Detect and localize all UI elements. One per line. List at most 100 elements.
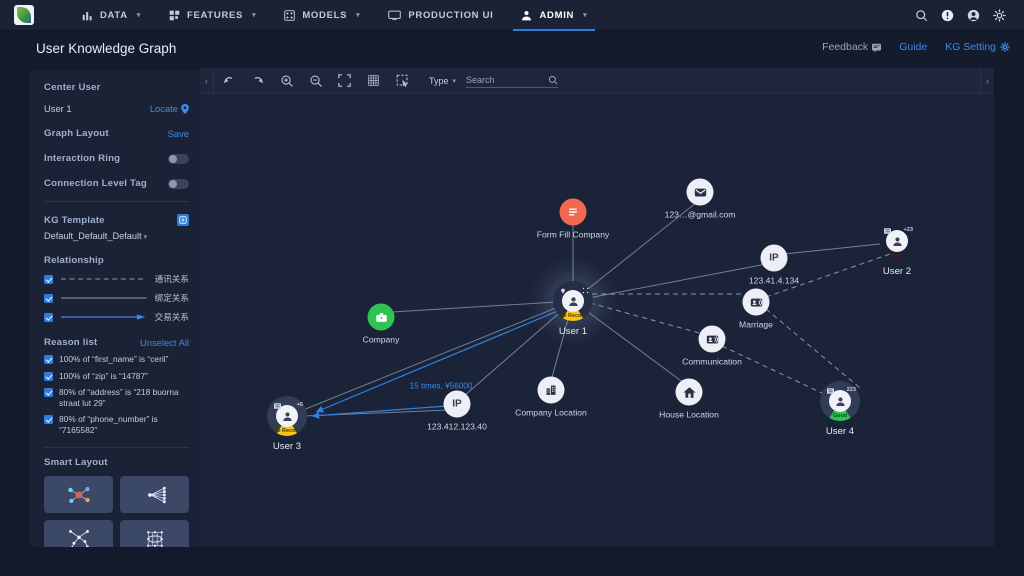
collapse-left-icon[interactable]: ‹	[200, 68, 214, 94]
graph-node-user-2[interactable]: +23 Bad User 2	[877, 221, 917, 277]
ip-text: IP	[452, 398, 462, 410]
graph-edges	[302, 201, 891, 420]
fit-screen-icon[interactable]	[330, 68, 359, 94]
grid-layout-icon[interactable]	[120, 520, 189, 547]
ip-badge: IP	[443, 390, 471, 418]
graph-node-company[interactable]: Company	[363, 303, 399, 345]
relationship-checkbox[interactable]	[44, 312, 53, 322]
graph-search-input[interactable]: Search	[466, 74, 559, 88]
locate-button[interactable]: Locate	[150, 103, 189, 114]
lightbulb-badge-icon	[560, 288, 566, 294]
unselect-all-button[interactable]: Unselect All	[140, 337, 189, 348]
interaction-ring-toggle[interactable]	[168, 153, 189, 164]
graph-node-user-3[interactable]: +6 No Record User 3	[267, 396, 307, 452]
guide-button[interactable]: Guide	[899, 41, 927, 53]
collapse-right-icon[interactable]: ›	[980, 68, 994, 94]
graph-node-ip-2[interactable]: IP 123.412.123.40	[427, 390, 487, 432]
list-badge-icon	[274, 403, 281, 409]
grid-icon[interactable]	[359, 68, 388, 94]
relationship-checkbox[interactable]	[44, 293, 53, 303]
graph-node-ip-1[interactable]: IP 123.41.4.134	[749, 244, 799, 286]
nav-label-data: DATA	[100, 9, 128, 21]
save-layout-button[interactable]: Save	[168, 128, 189, 139]
nav-item-data[interactable]: DATA ▾	[68, 0, 155, 31]
divider	[44, 447, 189, 448]
expand-badge-icon[interactable]	[582, 287, 589, 294]
graph-node-label: Form Fill Company	[536, 229, 610, 240]
mail-icon	[686, 178, 714, 206]
graph-node-label: Company Location	[515, 407, 587, 418]
ip-badge: IP	[760, 244, 788, 272]
nav-item-admin[interactable]: ADMIN ▾	[507, 0, 601, 31]
relationship-item-transaction[interactable]: 交易关系	[44, 311, 189, 323]
interaction-ring-title: Interaction Ring	[44, 153, 121, 164]
account-icon[interactable]	[960, 2, 986, 28]
relationship-checkbox[interactable]	[44, 274, 53, 284]
reason-list-item[interactable]: 80% of “phone_number” is “7165582”	[44, 414, 189, 435]
knowledge-graph-viewport[interactable]: Form Fill Company 123…@gmail.com IP 123.…	[200, 94, 994, 547]
connection-count-badge: 223	[846, 387, 856, 393]
force-layout-icon[interactable]	[44, 476, 113, 513]
graph-node-form-fill-company[interactable]: Form Fill Company	[537, 198, 609, 240]
map-pin-icon	[181, 103, 189, 114]
feedback-label: Feedback	[822, 41, 869, 53]
app-logo[interactable]	[14, 5, 34, 25]
reason-checkbox[interactable]	[44, 371, 53, 381]
search-icon[interactable]	[908, 2, 934, 28]
reason-list-item[interactable]: 100% of “zip” is “14787”	[44, 371, 189, 382]
nav-item-models[interactable]: MODELS ▾	[270, 0, 374, 31]
graph-node-house-location[interactable]: House Location	[659, 378, 719, 420]
nav-item-production-ui[interactable]: PRODUCTION UI	[374, 0, 507, 31]
relationship-label: 绑定关系	[154, 293, 189, 303]
graph-node-label: Company	[362, 334, 400, 345]
kg-template-select[interactable]: Default_Default_Default ▾	[44, 231, 189, 241]
graph-node-communication[interactable]: Communication	[682, 325, 742, 367]
type-filter-dropdown[interactable]: Type ▾	[429, 76, 456, 86]
radial-layout-icon[interactable]	[44, 520, 113, 547]
zoom-in-icon[interactable]	[272, 68, 301, 94]
connection-count-badge: +6	[296, 402, 303, 408]
graph-node-label: User 1	[558, 326, 588, 337]
chevron-down-icon: ▾	[136, 12, 141, 19]
nav-item-features[interactable]: FEATURES ▾	[155, 0, 270, 31]
kg-template-add-icon[interactable]	[177, 214, 189, 226]
connection-count-badge: +23	[903, 227, 914, 233]
connection-level-tag-title: Connection Level Tag	[44, 178, 147, 189]
graph-node-user-4[interactable]: 223 Good User 4	[820, 381, 860, 437]
kg-setting-button[interactable]: KG Setting	[945, 41, 1010, 53]
gear-icon[interactable]	[986, 2, 1012, 28]
top-navigation-bar: DATA ▾ FEATURES ▾ MODELS ▾ PRODUCTION UI…	[0, 0, 1024, 31]
box-select-icon[interactable]	[388, 68, 417, 94]
page-header-actions: Feedback Guide KG Setting	[822, 41, 1010, 53]
bar-chart-icon	[82, 10, 93, 21]
reason-checkbox[interactable]	[44, 415, 53, 424]
list-badge-icon	[884, 228, 891, 234]
alert-icon[interactable]	[934, 2, 960, 28]
relationship-item-communication[interactable]: 通讯关系	[44, 273, 189, 285]
search-icon[interactable]	[548, 75, 558, 85]
nav-right-icons	[908, 2, 1024, 28]
graph-node-marriage[interactable]: Marriage	[739, 288, 773, 330]
zoom-out-icon[interactable]	[301, 68, 330, 94]
reason-text: 80% of “address” is “218 buorna straat l…	[59, 387, 179, 408]
locate-label: Locate	[149, 103, 178, 114]
graph-canvas-panel: ‹ Type ▾ Search › Form Fill Company 123……	[200, 68, 994, 547]
graph-node-user-1[interactable]: No Record User 1	[553, 281, 593, 337]
reason-checkbox[interactable]	[44, 388, 53, 397]
reason-checkbox[interactable]	[44, 355, 53, 364]
contact-card-icon	[698, 325, 726, 353]
chevron-down-icon: ▾	[452, 77, 457, 85]
reason-list-item[interactable]: 100% of “first_name” is “ceril”	[44, 354, 189, 365]
tree-layout-icon[interactable]	[120, 476, 189, 513]
reason-list-item[interactable]: 80% of “address” is “218 buorna straat l…	[44, 387, 189, 408]
undo-icon[interactable]	[214, 68, 243, 94]
graph-node-company-location[interactable]: Company Location	[515, 376, 587, 418]
graph-layout-row: Graph Layout Save	[44, 128, 189, 139]
connection-level-tag-toggle[interactable]	[168, 178, 189, 189]
redo-icon[interactable]	[243, 68, 272, 94]
chevron-down-icon: ▾	[252, 12, 257, 19]
relationship-item-binding[interactable]: 绑定关系	[44, 292, 189, 304]
graph-node-email[interactable]: 123…@gmail.com	[665, 178, 735, 220]
feedback-button[interactable]: Feedback	[822, 41, 882, 53]
building-icon	[537, 376, 565, 404]
